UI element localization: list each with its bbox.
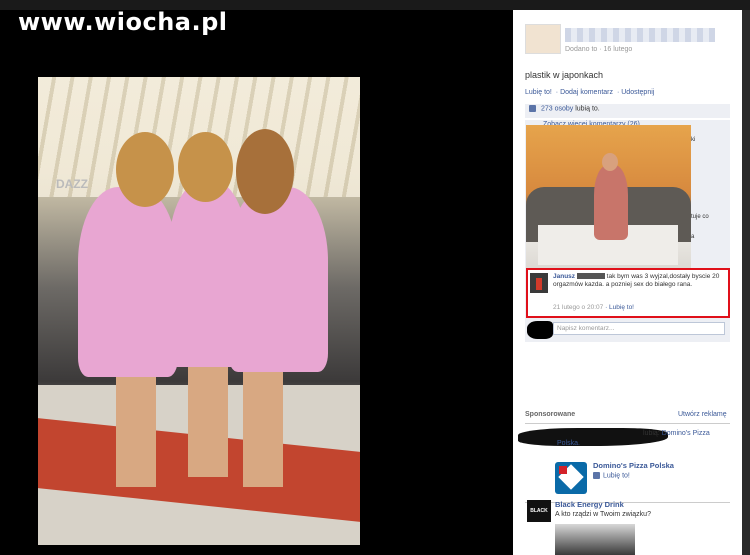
divider — [525, 423, 730, 424]
comment-like-link[interactable]: Lubię to! — [609, 304, 634, 311]
photo-hair-right — [236, 129, 294, 214]
add-comment-link[interactable]: Dodaj komentarz — [560, 89, 613, 96]
inserted-man-photo — [526, 125, 691, 277]
photo-hair-center — [178, 132, 233, 202]
dominos-page-link[interactable]: Domino's Pizza Polska — [593, 461, 674, 470]
photo-figure-right — [228, 187, 328, 372]
thumb-up-icon — [593, 472, 600, 479]
commenter-avatar[interactable] — [530, 273, 548, 293]
like-link[interactable]: Lubię to! — [525, 89, 552, 96]
black-energy-ad-image[interactable] — [555, 524, 635, 555]
post-date: Dodano to · 16 lutego — [565, 46, 633, 53]
photo-legs-right — [243, 367, 283, 487]
dominos-like-button[interactable]: Lubię to! — [593, 472, 630, 479]
photo-hair-left — [116, 132, 174, 207]
black-energy-ad-text: A kto rządzi w Twoim związku? — [555, 511, 651, 518]
site-watermark: www.wiocha.pl — [18, 8, 228, 36]
poster-avatar[interactable] — [525, 24, 561, 54]
comment-snippet: a — [691, 234, 695, 240]
dominos-like-label: Lubię to! — [603, 472, 630, 480]
scrollbar[interactable] — [742, 10, 750, 555]
dominos-logo-icon[interactable] — [555, 462, 587, 494]
dominos-red-square — [559, 466, 567, 474]
poster-name-blurred[interactable] — [565, 28, 715, 42]
censored-surname — [576, 273, 605, 280]
sponsored-heading: Sponsorowane — [525, 411, 576, 418]
comment-input[interactable]: Napisz komentarz... — [553, 322, 725, 335]
photo-man-head — [602, 153, 618, 171]
comment-time[interactable]: 21 lutego o 20:07 — [553, 304, 603, 311]
likes-count-link[interactable]: 273 osoby — [541, 105, 573, 112]
comment-body: Janusz tak bym was 3 wyjzal,dostały bysc… — [553, 273, 723, 289]
post-actions: Lubię to! · Dodaj komentarz · Udostępnij — [525, 89, 655, 96]
black-energy-logo[interactable]: BLACK — [527, 500, 551, 522]
photo-figure-left — [78, 187, 178, 377]
censored-avatar — [527, 321, 553, 339]
likes-bar: 273 osoby lubią to. — [525, 104, 730, 118]
friends-like-prefix: lubią: — [643, 430, 660, 437]
commenter-name[interactable]: Janusz — [553, 273, 575, 280]
likes-suffix: lubią to. — [575, 105, 600, 113]
friends-like-page-link[interactable]: Domino's Pizza Polska. — [557, 430, 710, 447]
create-ad-link[interactable]: Utwórz reklamę — [678, 411, 727, 418]
friends-like-text: lubią: Domino's Pizza Polska. — [557, 429, 727, 449]
photo-legs-center — [188, 367, 228, 477]
comment-meta-separator: · — [605, 304, 608, 311]
post-caption: plastik w japonkach — [525, 70, 604, 80]
share-link[interactable]: Udostępnij — [621, 89, 654, 96]
comment-composer: Napisz komentarz... — [525, 318, 730, 340]
comment-snippet: ki — [691, 137, 696, 143]
photo-sign-text: DAZZ — [56, 177, 88, 191]
comment-meta: 21 lutego o 20:07 · Lubię to! — [553, 304, 634, 311]
highlighted-comment: Janusz tak bym was 3 wyjzal,dostały bysc… — [526, 268, 730, 318]
thumb-up-icon — [529, 105, 536, 112]
photo-man-body — [594, 165, 628, 240]
black-energy-ad-title[interactable]: Black Energy Drink — [555, 500, 624, 509]
comment-snippet: tuje co — [691, 214, 709, 220]
facebook-side-panel: Dodano to · 16 lutego plastik w japonkac… — [513, 10, 742, 555]
photo-legs-left — [116, 377, 156, 487]
main-photo[interactable]: DAZZ — [38, 77, 360, 545]
